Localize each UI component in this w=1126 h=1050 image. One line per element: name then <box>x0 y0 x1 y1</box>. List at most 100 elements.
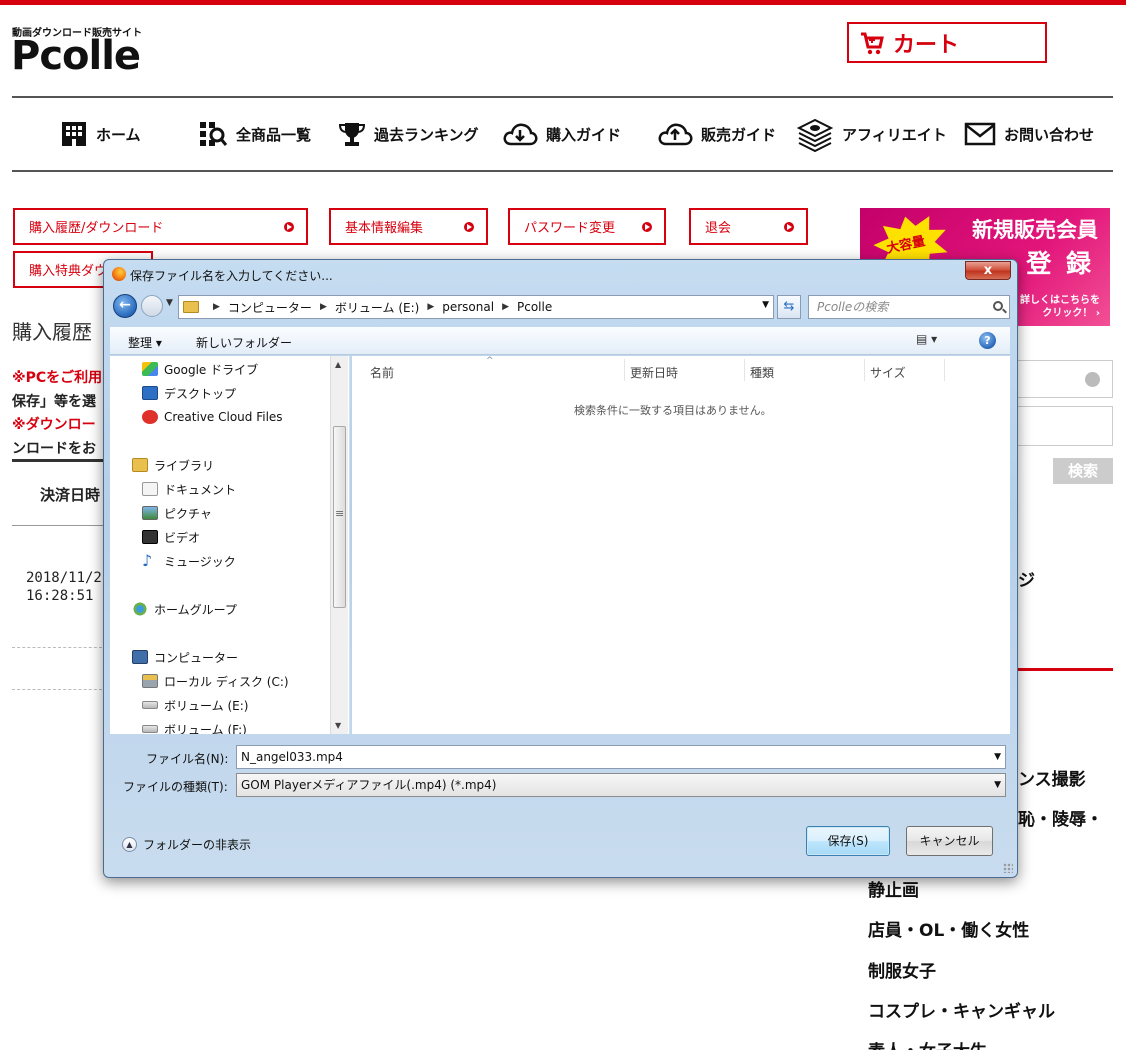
navigation-pane: Google ドライブ デスクトップ Creative Cloud Files … <box>110 356 350 734</box>
nav-documents[interactable]: ドキュメント <box>142 478 236 500</box>
search-input[interactable]: Pcolleの検索 <box>808 295 1010 319</box>
filetype-select[interactable]: GOM Playerメディアファイル(.mp4) (*.mp4) ▼ <box>236 773 1006 797</box>
nav-volume-e[interactable]: ボリューム (E:) <box>142 694 248 716</box>
chevron-up-icon: ▲ <box>122 837 137 852</box>
arrow-circle-icon <box>464 222 474 232</box>
column-divider[interactable] <box>864 359 865 381</box>
firefox-icon <box>112 267 126 281</box>
button-label: 基本情報編集 <box>345 221 424 236</box>
category-link[interactable]: コスプレ・キャンギャル <box>868 997 1055 1022</box>
notice-text: ※ダウンロー <box>12 417 96 433</box>
breadcrumb-item[interactable]: コンピューター <box>228 299 312 316</box>
history-dropdown[interactable]: ▼ <box>166 298 173 308</box>
organize-menu[interactable]: 整理 ▾ <box>128 334 162 351</box>
nav-sales-guide[interactable]: 販売ガイド <box>657 100 776 168</box>
back-button[interactable]: ← <box>113 294 137 318</box>
category-link[interactable]: 制服女子 <box>868 957 936 982</box>
cart-icon <box>861 32 884 54</box>
nav-homegroup[interactable]: ホームグループ <box>132 598 237 620</box>
nav-music[interactable]: ♪ ミュージック <box>142 550 236 572</box>
sort-indicator-icon: ^ <box>486 356 494 366</box>
nav-home[interactable]: ホーム <box>60 100 141 168</box>
nav-affiliate[interactable]: アフィリエイト <box>796 100 947 168</box>
scroll-up-icon[interactable]: ▲ <box>335 360 341 369</box>
nav-libraries[interactable]: ライブラリ <box>132 454 214 476</box>
chevron-down-icon[interactable]: ▼ <box>762 300 769 310</box>
category-link[interactable]: ンス撮影 <box>1018 765 1086 790</box>
button-label: パスワード変更 <box>524 221 616 236</box>
divider <box>12 689 102 690</box>
column-divider[interactable] <box>944 359 945 381</box>
page-title: 購入履歴 <box>12 320 92 344</box>
column-divider[interactable] <box>744 359 745 381</box>
help-icon[interactable]: ? <box>979 332 996 349</box>
main-nav: ホーム 全商品一覧 過去ランキング 購入ガイド 販売ガイド アフィリエイト お問… <box>12 100 1113 168</box>
nav-purchase-guide[interactable]: 購入ガイド <box>502 100 621 168</box>
divider <box>12 170 1113 172</box>
nav-label: 販売ガイド <box>701 125 777 144</box>
column-size[interactable]: サイズ <box>870 364 906 381</box>
withdraw-button[interactable]: 退会 <box>689 208 808 245</box>
forward-button[interactable] <box>141 295 163 317</box>
banner-title: 新規販売会員 <box>972 218 1098 242</box>
category-link[interactable]: 静止画 <box>868 876 919 901</box>
nav-videos[interactable]: ビデオ <box>142 526 200 548</box>
nav-label: アフィリエイト <box>842 125 947 144</box>
save-file-dialog: 保存ファイル名を入力してください... x ← ▼ ▶ コンピューター ▶ ボリ… <box>103 259 1018 878</box>
nav-local-disk-c[interactable]: ローカル ディスク (C:) <box>142 670 289 692</box>
cart-button[interactable]: カート <box>847 22 1047 63</box>
column-name[interactable]: 名前 <box>370 364 394 381</box>
divider <box>12 96 1113 98</box>
edit-profile-button[interactable]: 基本情報編集 <box>329 208 488 245</box>
sidebar-text: ジ <box>1018 571 1035 591</box>
scroll-down-icon[interactable]: ▼ <box>335 721 341 730</box>
save-button[interactable]: 保存(S) <box>806 826 890 856</box>
resize-grip[interactable] <box>1003 863 1013 873</box>
chevron-down-icon[interactable]: ▼ <box>994 746 1001 768</box>
hide-folders-label: フォルダーの非表示 <box>143 838 252 852</box>
hide-folders-toggle[interactable]: ▲ フォルダーの非表示 <box>122 836 251 853</box>
column-type[interactable]: 種類 <box>750 364 774 381</box>
category-link[interactable]: 素人・女子大生 <box>868 1037 987 1050</box>
breadcrumb-item[interactable]: Pcolle <box>517 300 552 314</box>
nav-desktop[interactable]: デスクトップ <box>142 382 236 404</box>
nav-volume-f[interactable]: ボリューム (F:) <box>142 718 247 734</box>
breadcrumb-item[interactable]: personal <box>442 300 494 314</box>
nav-pictures[interactable]: ピクチャ <box>142 502 212 524</box>
picture-icon <box>142 506 158 520</box>
nav-ranking[interactable]: 過去ランキング <box>338 100 479 168</box>
nav-label: 過去ランキング <box>374 125 479 144</box>
arrow-circle-icon <box>784 222 794 232</box>
new-folder-button[interactable]: 新しいフォルダー <box>196 334 292 351</box>
nav-contact[interactable]: お問い合わせ <box>964 100 1094 168</box>
nav-all-products[interactable]: 全商品一覧 <box>198 100 311 168</box>
chevron-down-icon[interactable]: ▼ <box>994 774 1001 796</box>
nav-google-drive[interactable]: Google ドライブ <box>142 358 258 380</box>
cancel-button[interactable]: キャンセル <box>906 826 993 856</box>
nav-computer[interactable]: コンピューター <box>132 646 238 668</box>
search-button[interactable]: 検索 <box>1053 458 1113 484</box>
refresh-button[interactable]: ⇆ <box>777 295 801 319</box>
category-link[interactable]: 恥・陵辱・ <box>1018 805 1103 830</box>
view-options-button[interactable]: ▤ ▾ <box>916 332 937 346</box>
chevron-down-icon <box>1085 372 1100 387</box>
change-password-button[interactable]: パスワード変更 <box>508 208 666 245</box>
scrollbar-thumb[interactable] <box>333 426 346 608</box>
divider <box>12 459 104 462</box>
nav-pane-scrollbar[interactable]: ▲ ▼ <box>330 356 348 734</box>
divider <box>12 647 102 648</box>
site-logo[interactable]: Pcolle <box>11 33 141 79</box>
banner-title-2: 登 録 <box>1026 249 1094 278</box>
filename-input[interactable]: N_angel033.mp4 ▼ <box>236 745 1006 769</box>
purchase-history-button[interactable]: 購入履歴/ダウンロード <box>13 208 308 245</box>
nav-creative-cloud[interactable]: Creative Cloud Files <box>142 406 283 428</box>
banner-cta: 詳しくはこちらを クリック！ › <box>1020 295 1100 319</box>
close-button[interactable]: x <box>965 261 1011 280</box>
cloud-download-icon <box>503 123 538 146</box>
breadcrumb-item[interactable]: ボリューム (E:) <box>335 299 419 316</box>
category-link[interactable]: 店員・OL・働く女性 <box>868 916 1029 941</box>
file-list-pane[interactable]: ^ 名前 更新日時 種類 サイズ 検索条件に一致する項目はありません。 <box>352 356 1010 734</box>
column-modified[interactable]: 更新日時 <box>630 364 678 381</box>
column-divider[interactable] <box>624 359 625 381</box>
address-bar[interactable]: ▶ コンピューター ▶ ボリューム (E:) ▶ personal ▶ Pcol… <box>178 295 774 319</box>
